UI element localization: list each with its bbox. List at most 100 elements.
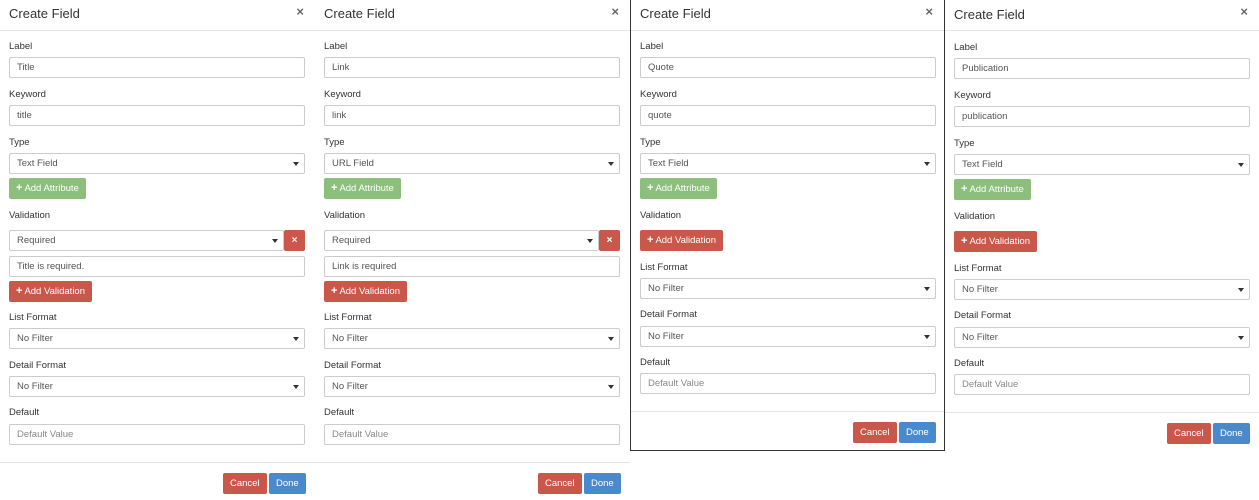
type-field-label: Type: [9, 137, 30, 148]
keyword-field-label: Keyword: [640, 89, 677, 100]
create-field-dialog-publication: Create Field × Label Publication Keyword…: [945, 0, 1259, 451]
add-validation-button[interactable]: + Add Validation: [954, 231, 1037, 252]
dialog-header: Create Field ×: [945, 0, 1259, 31]
label-field-label: Label: [954, 42, 978, 53]
validation-label: Validation: [954, 211, 996, 222]
type-field-label: Type: [324, 137, 345, 148]
add-validation-button[interactable]: + Add Validation: [9, 281, 92, 302]
validation-message-input[interactable]: Title is required.: [9, 256, 305, 277]
list-format-label: List Format: [954, 263, 1002, 274]
type-select[interactable]: URL Field: [324, 153, 620, 174]
keyword-input[interactable]: quote: [640, 105, 936, 126]
type-select-value: Text Field: [17, 158, 58, 169]
plus-icon: +: [647, 234, 654, 246]
add-attribute-label: Add Attribute: [655, 183, 710, 194]
caret-down-icon: [924, 335, 930, 339]
detail-format-select[interactable]: No Filter: [324, 376, 620, 397]
cancel-button[interactable]: Cancel: [853, 422, 897, 443]
add-validation-button[interactable]: + Add Validation: [640, 230, 723, 251]
plus-icon: +: [331, 285, 338, 297]
plus-icon: +: [331, 182, 338, 194]
list-format-label: List Format: [324, 312, 372, 323]
remove-validation-button[interactable]: ×: [284, 230, 305, 251]
label-input[interactable]: Publication: [954, 58, 1250, 79]
default-value-input[interactable]: Default Value: [640, 373, 936, 394]
add-attribute-label: Add Attribute: [24, 183, 79, 194]
add-validation-label: Add Validation: [969, 236, 1030, 247]
dialog-header: Create Field ×: [0, 0, 315, 31]
default-value-input[interactable]: Default Value: [324, 424, 620, 445]
caret-down-icon: [1238, 288, 1244, 292]
caret-down-icon: [924, 287, 930, 291]
label-field-label: Label: [324, 41, 348, 52]
keyword-input[interactable]: publication: [954, 106, 1250, 127]
list-format-select[interactable]: No Filter: [9, 328, 305, 349]
type-select-value: Text Field: [962, 159, 1003, 170]
dialog-header: Create Field ×: [315, 0, 630, 31]
plus-icon: +: [961, 183, 968, 195]
dialog-title: Create Field: [324, 6, 395, 21]
default-label: Default: [640, 357, 671, 368]
dialog-footer: Cancel Done: [631, 411, 944, 450]
caret-down-icon: [293, 162, 299, 166]
done-button[interactable]: Done: [1213, 423, 1250, 444]
label-input[interactable]: Title: [9, 57, 305, 78]
caret-down-icon: [924, 162, 930, 166]
list-format-value: No Filter: [332, 333, 368, 344]
caret-down-icon: [608, 385, 614, 389]
add-validation-label: Add Validation: [339, 286, 400, 297]
add-attribute-button[interactable]: + Add Attribute: [324, 178, 401, 199]
default-value-input[interactable]: Default Value: [9, 424, 305, 445]
cancel-button[interactable]: Cancel: [223, 473, 267, 494]
validation-label: Validation: [324, 210, 366, 221]
add-attribute-button[interactable]: + Add Attribute: [954, 179, 1031, 200]
validation-rule-select[interactable]: Required: [9, 230, 284, 251]
validation-rule-select[interactable]: Required: [324, 230, 599, 251]
list-format-select[interactable]: No Filter: [324, 328, 620, 349]
caret-down-icon: [587, 239, 593, 243]
add-validation-button[interactable]: + Add Validation: [324, 281, 407, 302]
detail-format-select[interactable]: No Filter: [954, 327, 1250, 348]
label-field-label: Label: [9, 41, 33, 52]
dialog-footer: Cancel Done: [315, 462, 630, 500]
done-button[interactable]: Done: [269, 473, 306, 494]
label-input[interactable]: Link: [324, 57, 620, 78]
caret-down-icon: [1238, 336, 1244, 340]
label-input[interactable]: Quote: [640, 57, 936, 78]
type-select[interactable]: Text Field: [9, 153, 305, 174]
detail-format-label: Detail Format: [324, 360, 382, 371]
list-format-label: List Format: [640, 262, 688, 273]
close-icon[interactable]: ×: [1240, 4, 1248, 19]
done-button[interactable]: Done: [899, 422, 936, 443]
close-icon[interactable]: ×: [611, 4, 619, 19]
plus-icon: +: [16, 285, 23, 297]
default-value-input[interactable]: Default Value: [954, 374, 1250, 395]
done-button[interactable]: Done: [584, 473, 621, 494]
type-select[interactable]: Text Field: [640, 153, 936, 174]
create-field-dialog-link: Create Field × Label Link Keyword link T…: [315, 0, 630, 500]
close-icon[interactable]: ×: [925, 4, 933, 19]
detail-format-select[interactable]: No Filter: [640, 326, 936, 347]
detail-format-select[interactable]: No Filter: [9, 376, 305, 397]
remove-validation-button[interactable]: ×: [599, 230, 620, 251]
detail-format-value: No Filter: [962, 332, 998, 343]
cancel-button[interactable]: Cancel: [538, 473, 582, 494]
add-attribute-button[interactable]: + Add Attribute: [640, 178, 717, 199]
caret-down-icon: [608, 162, 614, 166]
keyword-input[interactable]: title: [9, 105, 305, 126]
keyword-field-label: Keyword: [324, 89, 361, 100]
list-format-select[interactable]: No Filter: [954, 279, 1250, 300]
caret-down-icon: [272, 239, 278, 243]
detail-format-value: No Filter: [648, 331, 684, 342]
validation-message-input[interactable]: Link is required: [324, 256, 620, 277]
validation-label: Validation: [640, 210, 682, 221]
list-format-select[interactable]: No Filter: [640, 278, 936, 299]
keyword-field-label: Keyword: [9, 89, 46, 100]
close-icon[interactable]: ×: [296, 4, 304, 19]
keyword-input[interactable]: link: [324, 105, 620, 126]
detail-format-value: No Filter: [17, 381, 53, 392]
keyword-field-label: Keyword: [954, 90, 991, 101]
cancel-button[interactable]: Cancel: [1167, 423, 1211, 444]
add-attribute-button[interactable]: + Add Attribute: [9, 178, 86, 199]
type-select[interactable]: Text Field: [954, 154, 1250, 175]
